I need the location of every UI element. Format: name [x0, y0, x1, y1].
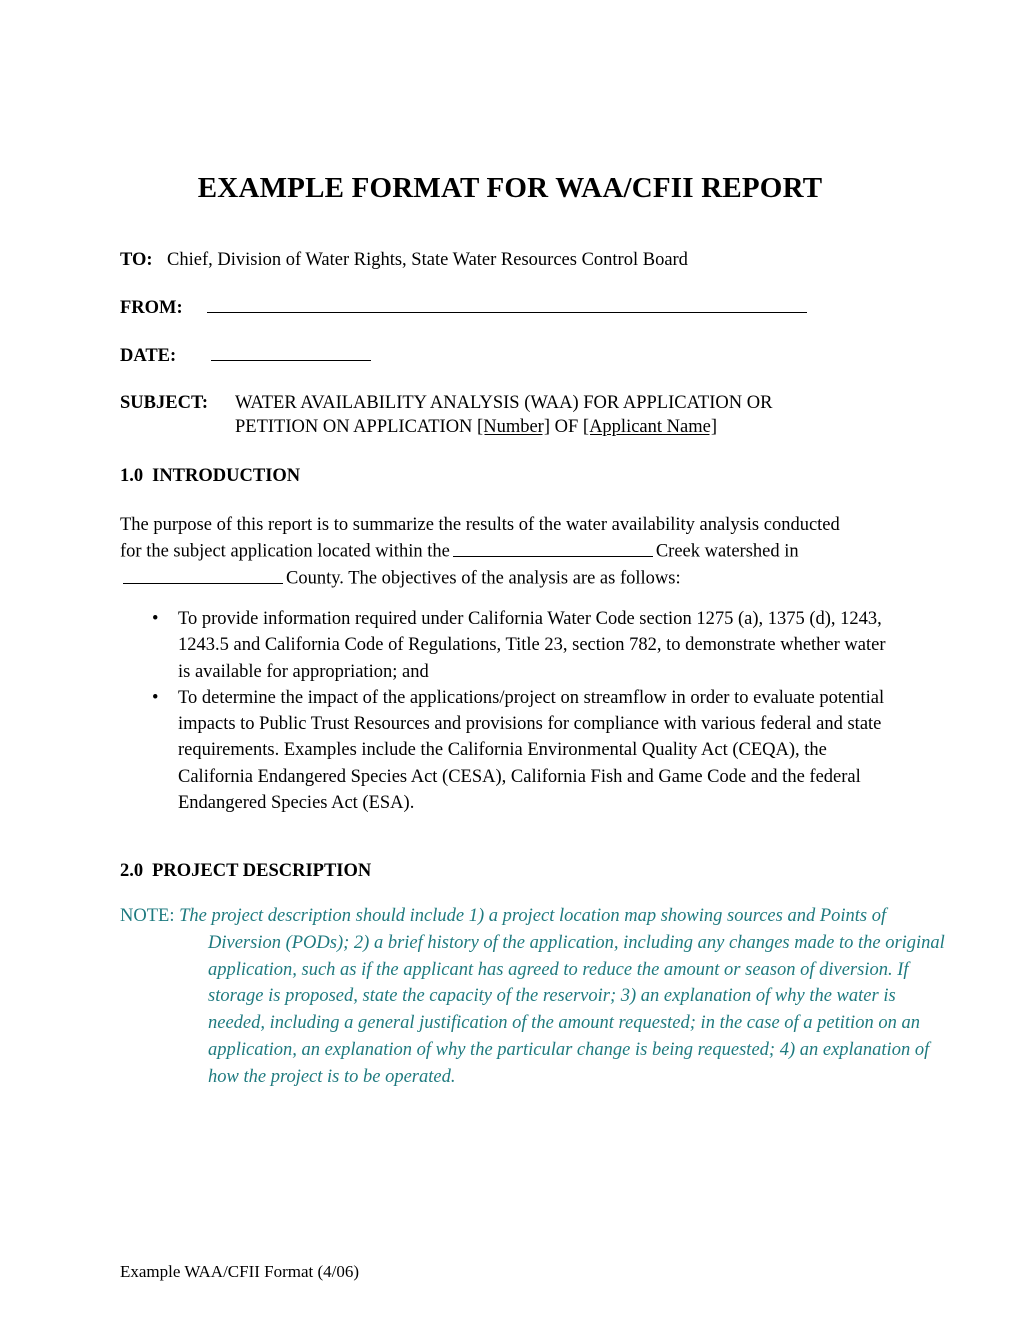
subject-number-placeholder[interactable]: [Number] [477, 417, 550, 437]
document-page: EXAMPLE FORMAT FOR WAA/CFII REPORT TO: C… [0, 0, 1020, 1320]
section-title-project-description: PROJECT DESCRIPTION [152, 861, 372, 881]
date-label: DATE: [120, 346, 177, 367]
subject-line-2-middle: OF [550, 416, 583, 437]
creek-name-blank-field[interactable] [452, 538, 653, 557]
subject-label: SUBJECT: [120, 392, 209, 413]
memo-header: TO: Chief, Division of Water Rights, Sta… [120, 251, 910, 464]
date-blank-field[interactable] [211, 343, 371, 362]
memo-row-to: TO: Chief, Division of Water Rights, Sta… [120, 251, 910, 270]
memo-row-from: FROM: [120, 295, 910, 318]
list-item: • To determine the impact of the applica… [120, 685, 900, 816]
introduction-paragraph: The purpose of this report is to summari… [120, 512, 860, 592]
memo-row-date: DATE: [120, 343, 910, 366]
page-title: EXAMPLE FORMAT FOR WAA/CFII REPORT [197, 172, 823, 204]
note-text: The project description should include 1… [179, 906, 945, 1087]
county-name-blank-field[interactable] [123, 565, 283, 584]
list-item-text: To provide information required under Ca… [178, 609, 886, 682]
list-item-text: To determine the impact of the applicati… [178, 687, 885, 813]
subject-line-2-prefix: PETITION ON APPLICATION [235, 416, 478, 437]
section-heading-project-description: 2.0 PROJECT DESCRIPTION [120, 861, 371, 882]
section-heading-introduction: 1.0 INTRODUCTION [120, 466, 300, 487]
intro-text-part-3: County. The objectives of the analysis a… [286, 568, 681, 589]
subject-line-1: WATER AVAILABILITY ANALYSIS (WAA) FOR AP… [235, 392, 773, 413]
subject-value: WATER AVAILABILITY ANALYSIS (WAA) FOR AP… [235, 391, 910, 439]
to-value: Chief, Division of Water Rights, State W… [167, 250, 688, 270]
from-blank-field[interactable] [207, 295, 807, 314]
bullet-icon: • [152, 687, 159, 708]
page-footer: Example WAA/CFII Format (4/06) [120, 1262, 360, 1281]
subject-applicant-placeholder[interactable]: [Applicant Name] [583, 417, 717, 437]
objectives-list: • To provide information required under … [120, 606, 900, 816]
section-number-2: 2.0 [120, 861, 144, 881]
intro-text-part-2: Creek watershed in [655, 541, 799, 562]
project-description-note: NOTE: The project description should inc… [120, 903, 948, 1091]
section-number-1: 1.0 [120, 466, 144, 486]
date-value-wrap [205, 343, 910, 366]
from-label: FROM: [120, 298, 183, 319]
section-title-introduction: INTRODUCTION [152, 466, 301, 486]
to-label: TO: [120, 250, 153, 270]
note-label: NOTE: [120, 906, 180, 926]
from-value-wrap [205, 295, 910, 318]
bullet-icon: • [152, 609, 159, 629]
memo-row-subject: SUBJECT: WATER AVAILABILITY ANALYSIS (WA… [120, 391, 910, 439]
list-item: • To provide information required under … [120, 606, 900, 685]
